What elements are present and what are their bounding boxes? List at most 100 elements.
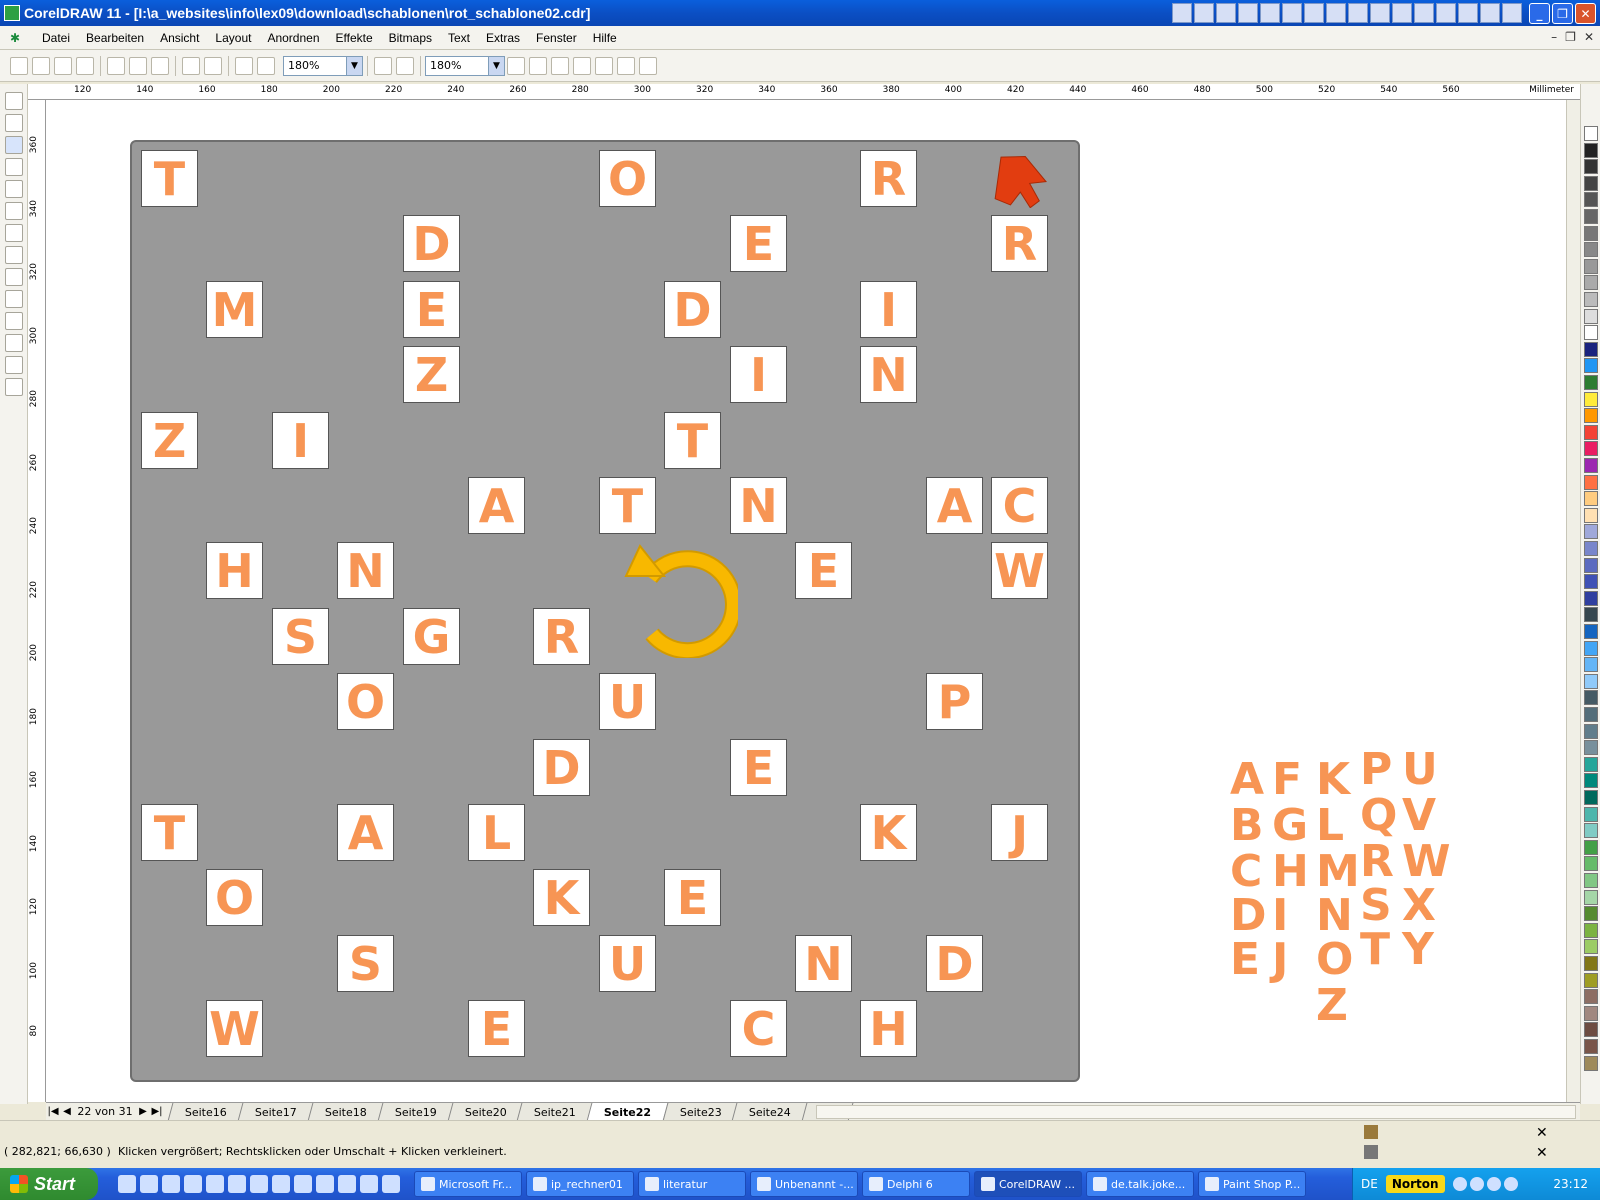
language-indicator[interactable]: DE: [1361, 1177, 1378, 1191]
save-icon[interactable]: [54, 56, 72, 75]
title-bar[interactable]: CorelDRAW 11 - [I:\a_websites\info\lex09…: [0, 0, 1600, 26]
maximize-button[interactable]: ❐: [1552, 3, 1573, 24]
chevron-down-icon[interactable]: ▼: [488, 56, 504, 75]
letter-tile[interactable]: N: [730, 477, 787, 534]
color-swatch[interactable]: [1584, 391, 1598, 407]
page-tab[interactable]: Seite23: [662, 1102, 739, 1121]
color-swatch[interactable]: [1584, 956, 1598, 971]
color-swatch[interactable]: [1584, 690, 1598, 706]
color-swatch[interactable]: [1584, 474, 1598, 490]
color-swatch[interactable]: [1584, 889, 1598, 905]
menu-hilfe[interactable]: Hilfe: [585, 31, 625, 45]
color-swatch[interactable]: [1584, 1022, 1598, 1038]
doc-close-button[interactable]: ✕: [1584, 30, 1594, 44]
quick-icon[interactable]: [1282, 3, 1302, 23]
letter-tile[interactable]: I: [272, 412, 329, 469]
color-swatch[interactable]: [1584, 823, 1598, 839]
color-swatch[interactable]: [1584, 142, 1598, 158]
letter-tile[interactable]: R: [533, 608, 590, 665]
fill-indicator-icon[interactable]: [1364, 1125, 1378, 1139]
text-tool-icon[interactable]: [5, 268, 23, 286]
color-swatch[interactable]: [1584, 740, 1598, 756]
menu-ansicht[interactable]: Ansicht: [152, 31, 207, 45]
zoom-selected-icon[interactable]: [551, 56, 569, 75]
color-swatch[interactable]: [1584, 557, 1598, 573]
letter-tile[interactable]: D: [403, 215, 460, 272]
paste-icon[interactable]: [151, 56, 169, 75]
page-tab[interactable]: Seite22: [586, 1102, 669, 1121]
color-swatch[interactable]: [1584, 258, 1598, 274]
pick-tool-icon[interactable]: [5, 92, 23, 110]
color-swatch[interactable]: [1584, 1039, 1598, 1054]
quick-icon[interactable]: [1194, 3, 1214, 23]
app-icon[interactable]: [250, 1175, 268, 1193]
basic-shapes-tool-icon[interactable]: [5, 246, 23, 264]
color-swatch[interactable]: [1584, 673, 1598, 689]
zoom-level-combo[interactable]: 180% ▼: [283, 55, 363, 76]
app-icon[interactable]: [184, 1175, 202, 1193]
outline-indicator-icon[interactable]: [1364, 1145, 1378, 1159]
letter-tile[interactable]: A: [337, 804, 394, 861]
letter-tile[interactable]: C: [991, 477, 1048, 534]
doc-minimize-button[interactable]: –: [1551, 30, 1557, 44]
quick-icon[interactable]: [1414, 3, 1434, 23]
first-page-button[interactable]: |◀: [46, 1106, 60, 1117]
zoom-property-combo[interactable]: 180% ▼: [425, 55, 505, 76]
open-icon[interactable]: [32, 56, 50, 75]
color-swatch[interactable]: [1584, 624, 1598, 639]
app-icon[interactable]: [162, 1175, 180, 1193]
chevron-down-icon[interactable]: ▼: [346, 56, 362, 75]
letter-tile[interactable]: O: [206, 869, 263, 926]
new-icon[interactable]: [10, 56, 28, 75]
taskbar-task[interactable]: literatur: [638, 1171, 746, 1197]
color-swatch[interactable]: [1584, 358, 1598, 374]
color-swatch[interactable]: [1584, 806, 1598, 822]
color-swatch[interactable]: [1584, 989, 1598, 1005]
color-swatch[interactable]: [1584, 939, 1598, 955]
color-swatch[interactable]: [1584, 1005, 1598, 1021]
taskbar-task[interactable]: Delphi 6: [862, 1171, 970, 1197]
corel-online-icon[interactable]: [396, 56, 414, 75]
letter-tile[interactable]: K: [860, 804, 917, 861]
zoom-tool-icon[interactable]: [5, 136, 23, 154]
menu-fenster[interactable]: Fenster: [528, 31, 585, 45]
color-swatch[interactable]: [1584, 375, 1598, 390]
doc-restore-button[interactable]: ❐: [1565, 30, 1576, 44]
color-swatch[interactable]: [1584, 873, 1598, 888]
letter-tile[interactable]: Z: [403, 346, 460, 403]
document-menu-icon[interactable]: ✱: [10, 31, 24, 45]
color-swatch[interactable]: [1584, 175, 1598, 191]
color-swatch[interactable]: [1584, 507, 1598, 523]
letter-tile[interactable]: E: [730, 739, 787, 796]
drawing-canvas[interactable]: TORDERMEDIZINZITATNACHNEWSGROUPDETALKJOK…: [46, 100, 1566, 1102]
page-tab[interactable]: Seite17: [237, 1102, 315, 1121]
close-button[interactable]: ✕: [1575, 3, 1596, 24]
letter-tile[interactable]: Z: [141, 412, 198, 469]
color-swatch[interactable]: [1584, 756, 1598, 772]
letter-tile[interactable]: E: [730, 215, 787, 272]
letter-tile[interactable]: J: [991, 804, 1048, 861]
color-swatch[interactable]: [1584, 225, 1598, 241]
color-swatch[interactable]: [1584, 839, 1598, 855]
app-icon[interactable]: [338, 1175, 356, 1193]
color-swatch[interactable]: [1584, 657, 1598, 673]
letter-tile[interactable]: T: [141, 804, 198, 861]
letter-tile[interactable]: D: [533, 739, 590, 796]
vertical-scrollbar[interactable]: [1566, 100, 1580, 1102]
letter-tile[interactable]: W: [991, 542, 1048, 599]
letter-board[interactable]: TORDERMEDIZINZITATNACHNEWSGROUPDETALKJOK…: [130, 140, 1080, 1082]
letter-tile[interactable]: I: [730, 346, 787, 403]
taskbar-task[interactable]: ip_rechner01: [526, 1171, 634, 1197]
app-icon[interactable]: [272, 1175, 290, 1193]
fill-tool-icon[interactable]: [5, 356, 23, 374]
page-tab[interactable]: Seite18: [307, 1102, 385, 1121]
quick-icon[interactable]: [1216, 3, 1236, 23]
menu-bearbeiten[interactable]: Bearbeiten: [78, 31, 152, 45]
quick-icon[interactable]: [1480, 3, 1500, 23]
color-swatch[interactable]: [1584, 607, 1598, 623]
coreldraw-app-icon[interactable]: [4, 5, 20, 21]
letter-tile[interactable]: O: [599, 150, 656, 207]
letter-tile[interactable]: U: [599, 935, 656, 992]
color-swatch[interactable]: [1584, 242, 1598, 258]
app-icon[interactable]: [206, 1175, 224, 1193]
